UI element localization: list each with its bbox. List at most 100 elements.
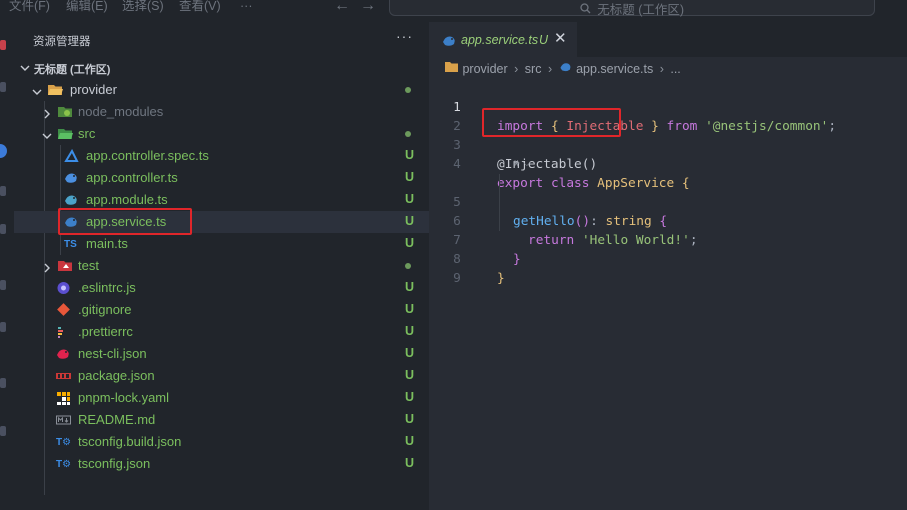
untracked-badge: U <box>405 434 415 448</box>
annotation-highlight-box <box>482 108 621 137</box>
tree-item-prettierrc[interactable]: .prettierrc U <box>14 321 429 343</box>
extensions-icon[interactable] <box>0 224 6 234</box>
tsconfig-icon: T⚙ <box>56 437 72 448</box>
workspace-header[interactable]: 无标题 (工作区) <box>14 56 429 78</box>
tree-item-readme[interactable]: README.md U <box>14 409 429 431</box>
more-actions-icon[interactable]: ··· <box>396 28 413 44</box>
remote-icon[interactable] <box>0 280 6 290</box>
tree-item-src[interactable]: src <box>14 123 429 145</box>
tree-item-nest-cli[interactable]: nest-cli.json U <box>14 343 429 365</box>
menu-edit[interactable]: 编辑(E) <box>66 0 108 12</box>
nest-service-icon <box>442 34 457 53</box>
tree-item-main[interactable]: TS main.ts U <box>14 233 429 255</box>
pnpm-icon <box>56 391 71 405</box>
tree-item-label: package.json <box>78 368 155 383</box>
untracked-badge: U <box>405 302 415 316</box>
untracked-badge: U <box>405 412 415 426</box>
tab-app-service[interactable]: app.service.ts U ✕ <box>429 22 577 57</box>
chevron-right-icon: › <box>547 61 553 76</box>
forward-arrow-icon[interactable]: → <box>360 0 376 14</box>
code-line: 1 import { Injectable } from '@nestjs/co… <box>429 79 907 134</box>
explorer-icon[interactable] <box>0 40 6 50</box>
npm-icon <box>56 369 71 383</box>
tree-item-label: app.controller.ts <box>86 170 178 185</box>
tree-item-label: main.ts <box>86 236 128 251</box>
tree-item-gitignore[interactable]: .gitignore U <box>14 299 429 321</box>
menu-more[interactable]: ··· <box>240 0 253 12</box>
code-line: 7 } <box>429 212 907 267</box>
chevron-right-icon <box>42 260 52 278</box>
workspace-label: 无标题 (工作区) <box>34 64 111 76</box>
chevron-right-icon: › <box>514 61 519 76</box>
tree-item-tsconfig-build[interactable]: T⚙ tsconfig.build.json U <box>14 431 429 453</box>
untracked-badge: U <box>405 368 415 382</box>
tree-item-pnpm-lock[interactable]: pnpm-lock.yaml U <box>14 387 429 409</box>
menu-view[interactable]: 查看(V) <box>179 0 221 12</box>
code-line: 9 <box>429 250 907 286</box>
indent-guide <box>499 174 500 231</box>
test-ts-icon <box>64 148 79 163</box>
chevron-down-icon <box>42 128 52 146</box>
tree-item-app-controller-spec[interactable]: app.controller.spec.ts U <box>14 145 429 167</box>
folder-icon <box>445 61 459 76</box>
tree-item-node-modules[interactable]: node_modules <box>14 101 429 123</box>
explorer-sidebar: 资源管理器 ··· 无标题 (工作区) provider node_module… <box>14 22 429 510</box>
tree-item-tsconfig[interactable]: T⚙ tsconfig.json U <box>14 453 429 475</box>
command-center-search[interactable]: 无标题 (工作区) <box>389 0 875 17</box>
tab-untracked-badge: U <box>539 33 549 47</box>
menu-selection[interactable]: 选择(S) <box>122 0 164 12</box>
docker-icon[interactable] <box>0 378 6 388</box>
untracked-badge: U <box>405 192 415 206</box>
breadcrumb-src[interactable]: src <box>525 62 542 76</box>
chevron-right-icon: › <box>659 61 664 76</box>
breadcrumb-more[interactable]: ... <box>670 62 680 76</box>
untracked-badge: U <box>405 390 415 404</box>
accounts-icon[interactable] <box>0 426 6 436</box>
title-bar: 文件(F) 编辑(E) 选择(S) 查看(V) ··· ← → 无标题 (工作区… <box>0 0 907 22</box>
breadcrumb-file[interactable]: app.service.ts <box>576 62 653 76</box>
explorer-title: 资源管理器 <box>33 36 91 48</box>
code-line: 8 } <box>429 231 907 286</box>
back-arrow-icon[interactable]: ← <box>334 0 350 14</box>
chevron-right-icon <box>42 106 52 124</box>
tab-label: app.service.ts <box>461 33 539 47</box>
tree-item-label: README.md <box>78 412 156 427</box>
chevron-down-icon <box>32 84 42 102</box>
eslint-icon <box>56 281 71 295</box>
tree-item-label: test <box>78 258 99 273</box>
source-control-icon[interactable] <box>0 144 7 158</box>
code-line: 6 return 'Hello World!'; <box>429 193 907 248</box>
search-icon <box>580 3 594 17</box>
testing-icon[interactable] <box>0 322 6 332</box>
markdown-icon <box>56 413 71 427</box>
tree-item-provider[interactable]: provider <box>14 79 429 101</box>
code-token: () <box>581 157 598 172</box>
search-view-icon[interactable] <box>0 82 6 92</box>
untracked-badge: U <box>405 214 415 228</box>
menu-file[interactable]: 文件(F) <box>9 0 50 12</box>
close-icon[interactable]: ✕ <box>554 29 567 47</box>
codelens-icon[interactable]: ⚹ ⌵ <box>513 157 531 170</box>
tree-item-eslintrc[interactable]: .eslintrc.js U <box>14 277 429 299</box>
tree-item-label: app.module.ts <box>86 192 168 207</box>
untracked-badge: U <box>405 170 415 184</box>
code-line: 4 export class AppService { <box>429 136 907 191</box>
annotation-highlight-box <box>58 208 192 235</box>
run-debug-icon[interactable] <box>0 186 6 196</box>
tree-item-label: .gitignore <box>78 302 132 317</box>
untracked-badge: U <box>405 236 415 250</box>
nest-controller-icon <box>64 171 79 185</box>
editor-area: app.service.ts U ✕ provider › src › app.… <box>429 22 907 510</box>
tree-item-app-controller[interactable]: app.controller.ts U <box>14 167 429 189</box>
code-token: } <box>497 271 505 286</box>
breadcrumb-provider[interactable]: provider <box>462 62 507 76</box>
nest-icon <box>56 347 71 361</box>
untracked-badge: U <box>405 346 415 360</box>
untracked-badge: U <box>405 456 415 470</box>
tree-item-label: nest-cli.json <box>78 346 147 361</box>
tree-item-package-json[interactable]: package.json U <box>14 365 429 387</box>
tree-item-test[interactable]: test <box>14 255 429 277</box>
git-icon <box>56 303 71 317</box>
nest-service-icon <box>559 61 573 76</box>
breadcrumb: provider › src › app.service.ts › ... <box>445 61 681 77</box>
